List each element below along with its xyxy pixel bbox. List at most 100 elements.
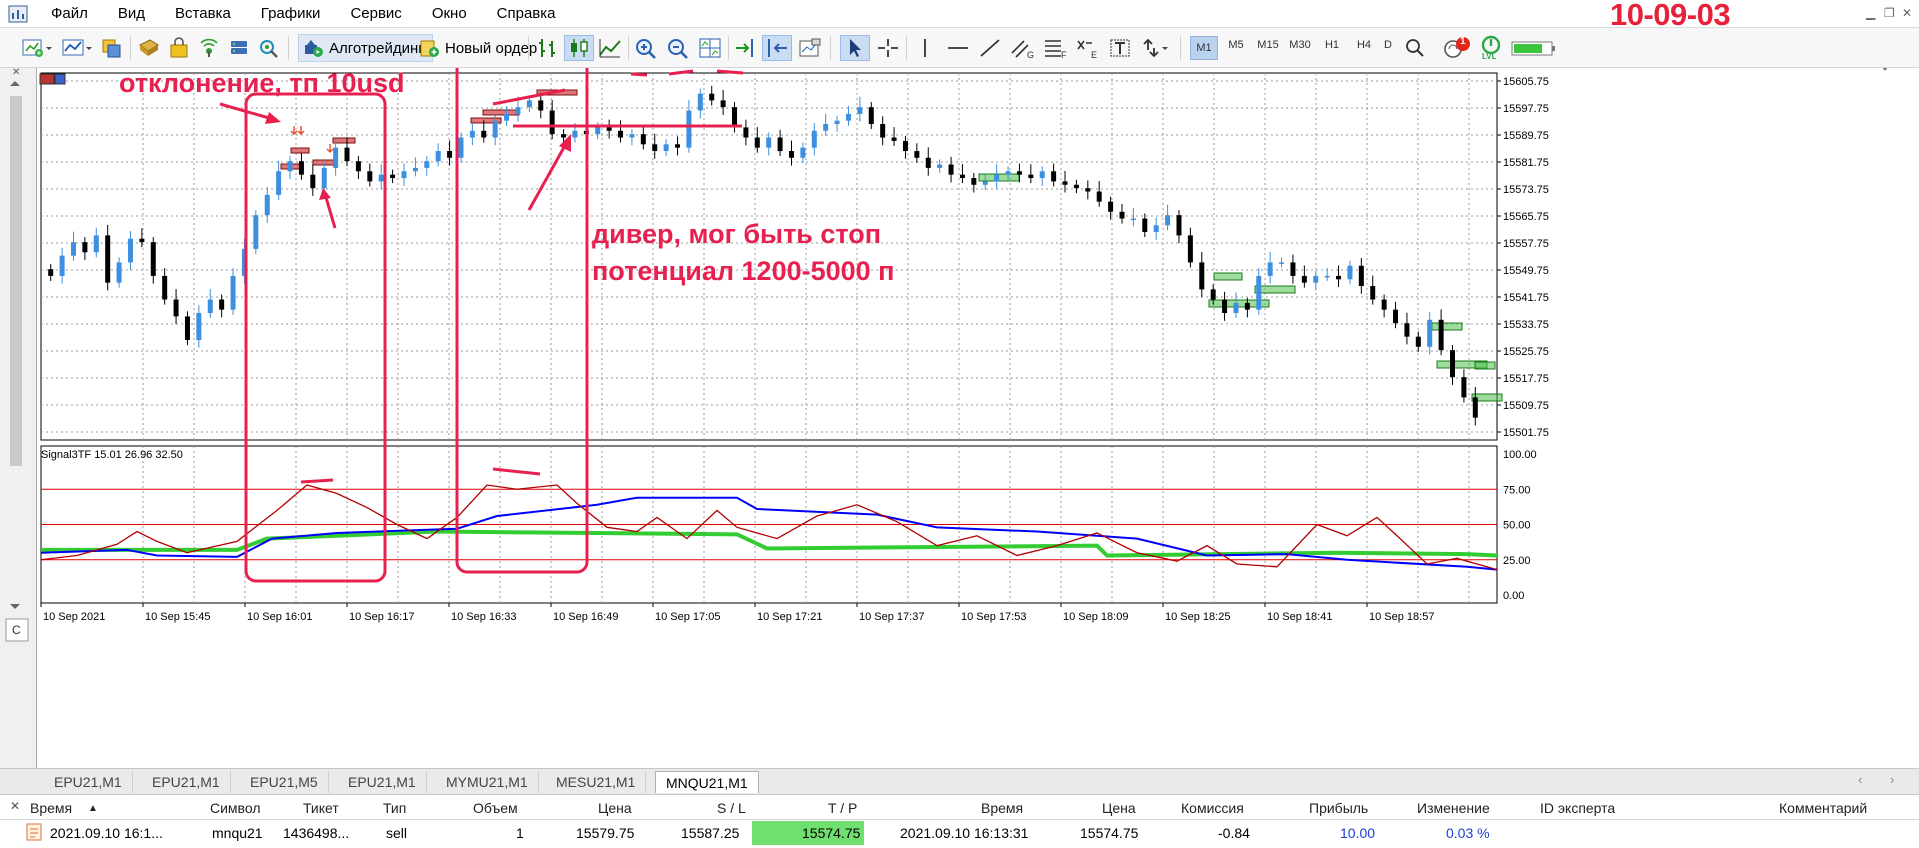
col-sl[interactable]: S / L <box>717 800 746 816</box>
chart-window[interactable]: 15605.75 15597.75 15589.75 15581.75 15573.75… <box>36 68 1919 768</box>
new-order-button[interactable]: Новый ордер <box>414 34 546 62</box>
col-profit[interactable]: Прибыль <box>1309 800 1368 816</box>
timeframe-h4[interactable]: H4 <box>1350 39 1378 51</box>
candle-body <box>264 194 270 216</box>
timeframe-h1[interactable]: H1 <box>1318 39 1346 51</box>
cell-sl[interactable]: 15587.25 <box>681 825 739 841</box>
tester-icon[interactable] <box>256 35 282 61</box>
panel-close-icon[interactable]: ✕ <box>12 67 20 78</box>
line-chart-icon[interactable] <box>596 35 624 61</box>
zoom-in-icon[interactable] <box>632 35 660 61</box>
restore-icon[interactable]: ❐ <box>1884 6 1895 20</box>
cell-symbol[interactable]: mnqu21 <box>212 825 263 841</box>
chart-tab[interactable]: EPU21,M1 <box>338 771 427 793</box>
chart-tab[interactable]: MYMU21,M1 <box>436 771 539 793</box>
menu-insert[interactable]: Вставка <box>160 0 246 28</box>
elliott-icon[interactable]: E <box>1072 35 1102 61</box>
cell-tp[interactable]: 15574.75 <box>802 825 860 841</box>
col-commission[interactable]: Комиссия <box>1181 800 1244 816</box>
cell-price[interactable]: 15579.75 <box>576 825 634 841</box>
menu-help[interactable]: Справка <box>482 0 571 28</box>
algo-trading-button[interactable]: Алготрейдинг <box>298 34 433 62</box>
col-type[interactable]: Тип <box>383 800 406 816</box>
col-expert-id[interactable]: ID эксперта <box>1540 800 1615 816</box>
zoom-out-icon[interactable] <box>664 35 692 61</box>
col-ticket[interactable]: Тикет <box>303 800 339 816</box>
cell-volume[interactable]: 1 <box>516 825 524 841</box>
minimize-icon[interactable]: ▁ <box>1866 6 1875 20</box>
cell-ticket[interactable]: 1436498... <box>283 825 349 841</box>
chart-tab[interactable]: EPU21,M1 <box>44 771 133 793</box>
menu-window[interactable]: Окно <box>417 0 482 28</box>
tab-scroll-right-icon[interactable]: › <box>1890 772 1894 787</box>
candlestick-chart-icon[interactable] <box>564 35 594 61</box>
candle-body <box>1210 289 1216 300</box>
cell-profit[interactable]: 10.00 <box>1340 825 1375 841</box>
level-box <box>290 147 310 154</box>
timeframe-m1[interactable]: M1 <box>1190 36 1218 60</box>
data-window-icon[interactable] <box>136 35 162 61</box>
bar-chart-icon[interactable] <box>534 35 562 61</box>
level-icon[interactable]: LVL <box>1476 35 1506 61</box>
chart-tab[interactable]: MESU21,M1 <box>546 771 647 793</box>
menu-charts[interactable]: Графики <box>246 0 336 28</box>
col-comment[interactable]: Комментарий <box>1779 800 1867 816</box>
chart-tab[interactable]: EPU21,M1 <box>142 771 231 793</box>
chart-tab[interactable]: EPU21,M5 <box>240 771 329 793</box>
search-icon[interactable] <box>1402 35 1428 61</box>
close-icon[interactable]: ✕ <box>1902 6 1912 20</box>
vps-icon[interactable] <box>226 35 252 61</box>
timeframe-d1[interactable]: D <box>1378 39 1398 51</box>
navigator-icon[interactable] <box>166 35 192 61</box>
menu-view[interactable]: Вид <box>103 0 160 28</box>
col-symbol[interactable]: Символ <box>210 800 260 816</box>
trendline-icon[interactable] <box>976 35 1004 61</box>
cell-close-time[interactable]: 2021.09.10 16:13:31 <box>900 825 1028 841</box>
notifications-icon[interactable]: 1 <box>1440 35 1474 61</box>
col-time[interactable]: Время <box>30 800 72 816</box>
col-price[interactable]: Цена <box>598 800 632 816</box>
timeframe-m30[interactable]: M30 <box>1286 39 1314 51</box>
menu-file[interactable]: Файл <box>36 0 103 28</box>
cursor-icon[interactable] <box>840 35 870 61</box>
auto-scroll-icon[interactable] <box>762 35 792 61</box>
cell-change[interactable]: 0.03 % <box>1446 825 1490 841</box>
tab-scroll-left-icon[interactable]: ‹ <box>1858 772 1862 787</box>
fibonacci-icon[interactable]: F <box>1040 35 1070 61</box>
arrows-tool-icon[interactable] <box>1138 35 1174 61</box>
tile-windows-icon[interactable] <box>696 35 724 61</box>
chart-shift-icon[interactable] <box>732 35 760 61</box>
toolbox-close-icon[interactable]: ✕ <box>10 799 20 813</box>
market-watch-icon[interactable] <box>99 35 125 61</box>
timeframe-m5[interactable]: M5 <box>1222 39 1250 51</box>
scroll-up-icon[interactable] <box>10 81 20 86</box>
cell-close-price[interactable]: 15574.75 <box>1080 825 1138 841</box>
candle-body <box>1108 201 1114 212</box>
col-volume[interactable]: Объем <box>473 800 518 816</box>
candle-body <box>766 137 772 148</box>
scroll-down-icon[interactable] <box>10 604 20 609</box>
col-change[interactable]: Изменение <box>1417 800 1490 816</box>
templates-icon[interactable] <box>796 35 824 61</box>
col-close-time[interactable]: Время <box>981 800 1023 816</box>
vertical-line-icon[interactable] <box>912 35 938 61</box>
new-chart-icon[interactable] <box>18 35 58 61</box>
timeframe-m15[interactable]: M15 <box>1254 39 1282 51</box>
chart-tab-active[interactable]: MNQU21,M1 <box>655 771 759 793</box>
connection-status-icon[interactable] <box>1508 35 1558 61</box>
chart-profile-icon[interactable] <box>58 35 98 61</box>
signals-icon[interactable] <box>196 35 222 61</box>
sell-arrow-icon <box>297 126 305 135</box>
cell-type[interactable]: sell <box>386 825 407 841</box>
cell-commission[interactable]: -0.84 <box>1218 825 1250 841</box>
crosshair-icon[interactable] <box>874 35 902 61</box>
chart-canvas[interactable]: 15605.75 15597.75 15589.75 15581.75 15573.75… <box>37 68 1919 768</box>
col-tp[interactable]: T / P <box>828 800 857 816</box>
channel-icon[interactable]: G <box>1008 35 1038 61</box>
text-tool-icon[interactable] <box>1106 35 1134 61</box>
horizontal-line-icon[interactable] <box>944 35 972 61</box>
menu-tools[interactable]: Сервис <box>335 0 416 28</box>
col-close-price[interactable]: Цена <box>1102 800 1136 816</box>
scrollbar-thumb[interactable] <box>10 96 22 466</box>
cell-open-time[interactable]: 2021.09.10 16:1... <box>50 825 163 841</box>
